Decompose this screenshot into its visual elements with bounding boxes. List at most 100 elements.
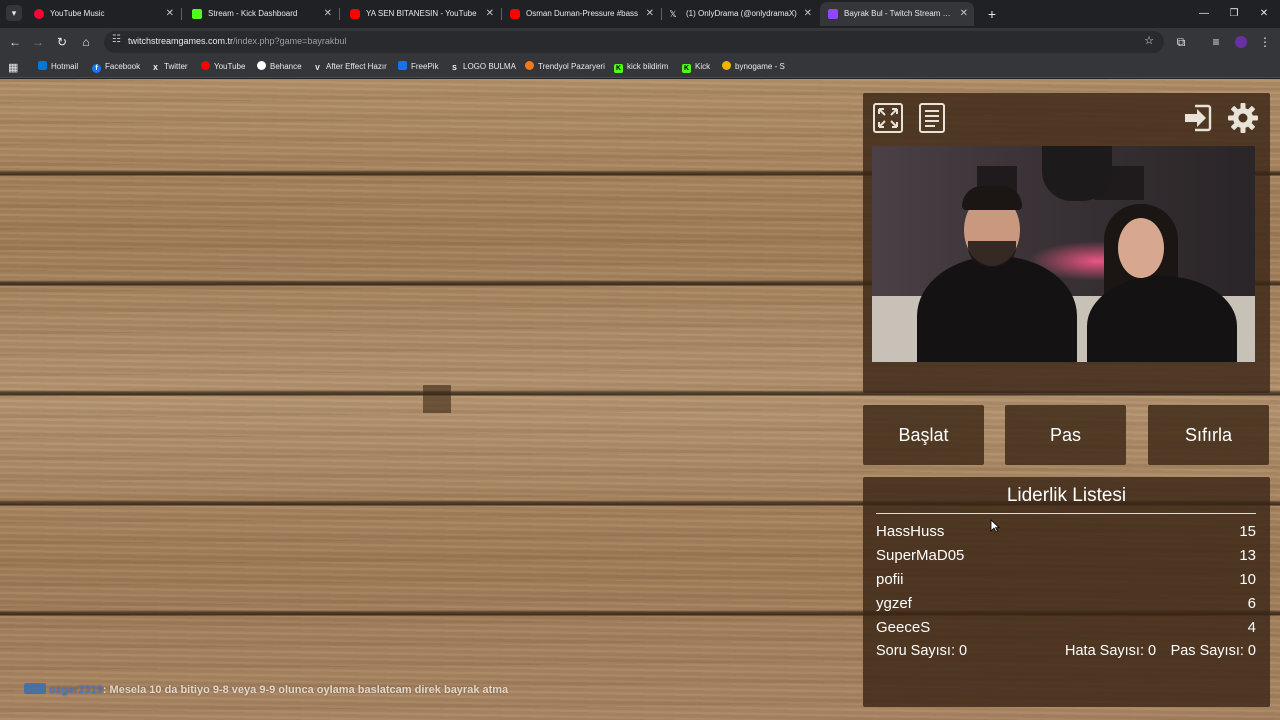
v-icon: V [315, 65, 320, 72]
leaderboard-divider [876, 513, 1256, 514]
bookmark-hotmail[interactable]: Hotmail [38, 61, 78, 73]
person-right-face [1118, 218, 1164, 278]
leaderboard-row: GeeceS 4 [876, 619, 1256, 641]
player-name: pofii [876, 571, 904, 588]
list-icon[interactable] [915, 101, 949, 135]
bookmark-label: Facebook [105, 62, 141, 71]
chat-message: ozger2319: Mesela 10 da bitiyo 9-8 veya … [24, 683, 508, 696]
reload-button[interactable]: ↻ [53, 33, 71, 51]
bookmark-twitter[interactable]: X Twitter [151, 61, 188, 73]
tab-bayrak-bul[interactable]: Bayrak Bul - Twitch Stream Gam ✕ [820, 2, 974, 26]
bookmark-label: Twitter [164, 62, 188, 71]
close-icon[interactable]: ✕ [166, 2, 174, 26]
close-window-button[interactable]: ✕ [1254, 4, 1274, 24]
tab-youtube-music[interactable]: YouTube Music ✕ [26, 2, 180, 26]
bookmark-label: Kick [695, 62, 711, 71]
url-host: twitchstreamgames.com.tr [128, 36, 234, 46]
exit-icon[interactable] [1181, 101, 1215, 135]
bookmarks-bar: ▦ Hotmail f Facebook X Twitter YouTube Beh… [0, 56, 1280, 78]
leaderboard-row: ygzef 6 [876, 595, 1256, 617]
player-name: GeeceS [876, 619, 931, 636]
bookmark-label: Trendyol Pazaryeri [538, 62, 605, 71]
leaderboard-row: HassHuss 15 [876, 523, 1256, 545]
bookmark-kick[interactable]: K Kick [682, 61, 710, 73]
bookmark-facebook[interactable]: f Facebook [92, 61, 140, 73]
start-button[interactable]: Başlat [863, 405, 984, 465]
bookmark-star-icon[interactable]: ☆ [1144, 34, 1154, 47]
apps-grid-icon[interactable]: ▦ [8, 61, 18, 74]
s-icon: S [452, 65, 457, 72]
error-count: Hata Sayısı: 0 [1065, 643, 1157, 659]
mouse-cursor-icon [990, 519, 1000, 533]
bookmark-trendyol[interactable]: Trendyol Pazaryeri [525, 61, 605, 73]
close-icon[interactable]: ✕ [804, 2, 812, 26]
profile-avatar[interactable] [1232, 33, 1250, 51]
new-tab-button[interactable]: + [982, 4, 1002, 24]
pass-count: Pas Sayısı: 0 [1170, 643, 1256, 659]
tab-title: YouTube Music [50, 9, 105, 18]
tab-kick-dashboard[interactable]: Stream - Kick Dashboard ✕ [184, 2, 338, 26]
url-path: /index.php?game=bayrakbul [233, 36, 347, 46]
gear-icon[interactable] [1226, 101, 1260, 135]
bookmark-label: kick bildirim [627, 62, 669, 71]
tab-youtube-song[interactable]: YA SEN BITANESIN - YouTube ✕ [342, 2, 500, 26]
address-bar[interactable]: ☷ twitchstreamgames.com.tr/index.php?gam… [104, 31, 1164, 53]
game-page: Başlat Pas Sıfırla Liderlik Listesi Hass… [0, 79, 1280, 720]
kick-icon: K [614, 64, 623, 73]
kick-icon [192, 9, 202, 19]
close-icon[interactable]: ✕ [960, 2, 968, 26]
bookmark-label: LOGO BULMA [463, 62, 516, 71]
bookmark-bynogame[interactable]: bynogame - S [722, 61, 785, 73]
tab-search-button[interactable]: ▾ [6, 5, 22, 21]
home-button[interactable]: ⌂ [77, 33, 95, 51]
facebook-icon: f [92, 64, 101, 73]
close-icon[interactable]: ✕ [324, 2, 332, 26]
bookmark-kick-bildirim[interactable]: Kkick bildirim [614, 61, 668, 73]
reset-button[interactable]: Sıfırla [1148, 405, 1269, 465]
site-info-icon[interactable]: ☷ [112, 34, 121, 45]
game-sidebar: Başlat Pas Sıfırla Liderlik Listesi Hass… [863, 93, 1270, 707]
tab-youtube-pressure[interactable]: Osman Duman-Pressure #bass ✕ [502, 2, 660, 26]
bookmark-label: YouTube [214, 62, 246, 71]
chat-username: ozger2319 [49, 684, 103, 696]
bookmark-after-effect[interactable]: V After Effect Hazır [313, 61, 387, 73]
tab-x-onlydrama[interactable]: 𝕏 (1) OnlyDrama (@onlydramaX) ✕ [662, 2, 818, 26]
player-score: 15 [1239, 523, 1256, 540]
bookmark-logo-bulma[interactable]: S LOGO BULMA [450, 61, 516, 73]
extensions-icon[interactable]: ⧉ [1172, 33, 1190, 51]
leaderboard-row: pofii 10 [876, 571, 1256, 593]
tab-strip: ▾ YouTube Music ✕ Stream - Kick Dashboar… [0, 0, 1280, 28]
control-panel [863, 93, 1270, 393]
kick-icon: K [682, 64, 691, 73]
minimize-button[interactable]: — [1194, 4, 1214, 24]
tab-title: Bayrak Bul - Twitch Stream Gam [844, 9, 956, 18]
bookmark-youtube[interactable]: YouTube [201, 61, 245, 73]
player-score: 6 [1247, 595, 1256, 612]
fullscreen-icon[interactable] [871, 101, 905, 135]
url-text: twitchstreamgames.com.tr/index.php?game=… [128, 36, 346, 46]
media-controls-icon[interactable]: ≡ [1207, 33, 1225, 51]
player-name: HassHuss [876, 523, 945, 540]
leaderboard-title: Liderlik Listesi [1006, 485, 1127, 506]
player-score: 4 [1247, 619, 1256, 636]
restore-button[interactable]: ❐ [1224, 4, 1244, 24]
bookmark-freepik[interactable]: FreePik [398, 61, 439, 73]
bookmark-label: bynogame - S [735, 62, 785, 71]
bookmark-label: FreePik [411, 62, 439, 71]
forward-button[interactable]: → [29, 33, 47, 51]
bookmark-behance[interactable]: Behance [257, 61, 302, 73]
pass-button[interactable]: Pas [1005, 405, 1126, 465]
x-icon: 𝕏 [669, 9, 677, 19]
tab-separator [339, 8, 340, 20]
youtube-icon [350, 9, 360, 19]
close-icon[interactable]: ✕ [646, 2, 654, 26]
flag-image-placeholder [423, 385, 451, 413]
back-button[interactable]: ← [6, 33, 24, 51]
youtube-icon [201, 61, 210, 70]
browser-menu-icon[interactable]: ⋮ [1256, 33, 1274, 51]
bynogame-icon [722, 61, 731, 70]
leaderboard-panel: Liderlik Listesi HassHuss 15 SuperMaD05 … [863, 477, 1270, 707]
bookmark-label: After Effect Hazır [326, 62, 387, 71]
close-icon[interactable]: ✕ [486, 2, 494, 26]
tab-separator [181, 8, 182, 20]
